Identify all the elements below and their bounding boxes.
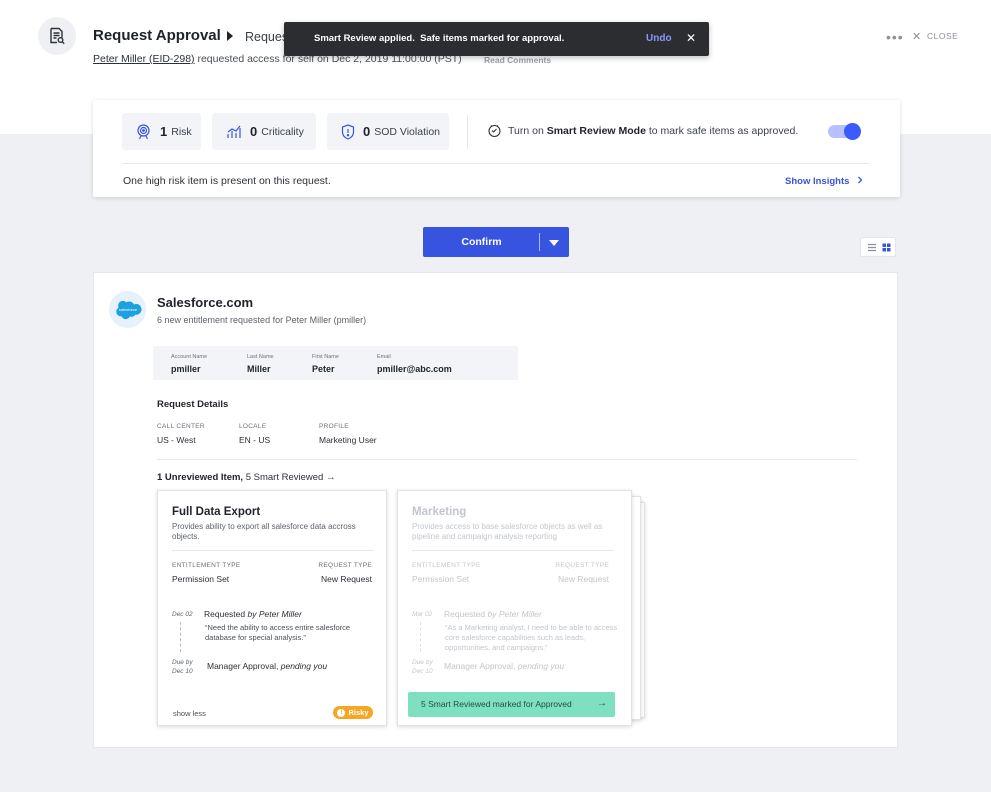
event-manager-approval: Manager Approval, pending you <box>207 661 328 671</box>
close-button[interactable]: CLOSE <box>927 31 958 41</box>
panel-separator <box>157 459 857 460</box>
request-type-label: REQUEST TYPE <box>318 562 372 569</box>
request-justification: “As a Marketing analyst, I need to be ab… <box>445 623 618 652</box>
entitlement-card-full-data-export[interactable]: Full Data Export Provides ability to exp… <box>157 490 387 726</box>
card-description: Provides ability to export all salesforc… <box>172 522 356 542</box>
summary-divider <box>467 115 468 149</box>
due-date: Due by Dec 10 <box>172 659 193 675</box>
salesforce-logo-text: salesforce <box>118 307 137 312</box>
arrow-right-icon: → <box>597 698 607 709</box>
toast-close-icon[interactable]: ✕ <box>686 31 696 45</box>
entitlement-type-label: ENTITLEMENT TYPE <box>412 562 481 569</box>
card-divider <box>412 550 614 551</box>
card-title: Marketing <box>412 506 467 518</box>
request-type-value: New Request <box>320 574 372 584</box>
criticality-count: 0 <box>250 124 258 139</box>
request-detail: PROFILE Marketing User <box>319 423 377 445</box>
risk-message: One high risk item is present on this re… <box>123 175 331 187</box>
smart-review-mode-label: Smart Review Mode <box>546 125 646 137</box>
sod-icon <box>341 123 355 140</box>
document-search-icon <box>38 17 76 55</box>
event-manager-approval: Manager Approval, pending you <box>444 661 565 671</box>
risky-badge: ! Risky <box>333 706 373 719</box>
request-justification: “Need the ability to access entire sales… <box>205 623 351 642</box>
request-details-title: Request Details <box>157 399 229 410</box>
request-type-label: REQUEST TYPE <box>555 562 609 569</box>
account-field: Last Name Miller <box>247 354 274 374</box>
toast-message: Smart Review applied. Safe items marked … <box>314 33 565 44</box>
due-date: Due by Dec 10 <box>412 659 433 675</box>
card-description: Provides access to base salesforce objec… <box>412 522 603 542</box>
list-view-icon[interactable] <box>865 241 878 254</box>
more-options-icon[interactable]: ••• <box>886 29 904 45</box>
salesforce-logo: salesforce <box>109 291 146 328</box>
timeline-connector <box>180 622 181 652</box>
account-field: First Name Peter <box>312 354 339 374</box>
smart-review-toast: Smart Review applied. Safe items marked … <box>284 22 709 56</box>
request-detail: LOCALE EN - US <box>239 423 271 445</box>
risk-label: Risk <box>171 125 192 138</box>
risk-summary-card: 1 Risk 0 Criticality 0 SOD Violation Tur… <box>93 100 900 197</box>
entitlement-card-marketing[interactable]: Marketing Provides access to base salesf… <box>397 490 632 726</box>
smart-review-toggle[interactable] <box>828 123 861 140</box>
read-comments-link[interactable]: Read Comments <box>484 55 551 65</box>
confirm-divider <box>539 233 540 251</box>
chevron-right-icon <box>857 176 863 187</box>
smart-review-icon <box>487 123 502 138</box>
confirm-split-button: Confirm <box>423 227 569 257</box>
entitlement-type-label: ENTITLEMENT TYPE <box>172 562 241 569</box>
summary-separator <box>123 163 870 164</box>
application-panel: salesforce Salesforce.com 6 new entitlem… <box>93 272 898 748</box>
breadcrumb-caret-icon <box>227 31 233 41</box>
event-date: Dec 02 <box>172 611 193 618</box>
risk-stat[interactable]: 1 Risk <box>122 113 201 150</box>
criticality-stat[interactable]: 0 Criticality <box>212 113 316 150</box>
account-info-box: Account Name pmiller Last Name Miller Fi… <box>153 346 518 380</box>
event-requested: Requested by Peter Miller <box>204 609 302 619</box>
criticality-label: Criticality <box>261 125 304 138</box>
view-toggle <box>860 237 896 257</box>
toggle-knob <box>844 123 861 140</box>
requester-link[interactable]: Peter Miller (EID-298) <box>93 53 195 65</box>
app-subtitle: 6 new entitlement requested for Peter Mi… <box>157 315 367 325</box>
card-title: Full Data Export <box>172 506 261 518</box>
close-icon[interactable]: ✕ <box>912 30 921 43</box>
entitlement-type-value: Permission Set <box>172 574 230 584</box>
sod-stat[interactable]: 0 SOD Violation <box>327 113 449 150</box>
timeline-connector <box>420 622 421 652</box>
app-name: Salesforce.com <box>157 295 254 310</box>
sod-count: 0 <box>363 124 371 139</box>
risk-count: 1 <box>160 124 168 139</box>
account-field: Account Name pmiller <box>171 354 208 374</box>
card-divider <box>172 550 374 551</box>
show-insights-link[interactable]: Show Insights <box>785 176 863 187</box>
chevron-down-icon[interactable] <box>549 240 559 246</box>
request-detail: CALL CENTER US - West <box>157 423 205 445</box>
smart-review-description: Turn on Smart Review Mode to mark safe i… <box>508 125 799 137</box>
confirm-button[interactable]: Confirm <box>423 236 540 248</box>
entitlement-type-value: Permission Set <box>412 574 470 584</box>
criticality-icon <box>226 125 242 139</box>
page-title: Request Approval <box>93 27 221 44</box>
show-less-link[interactable]: show less <box>173 709 206 718</box>
grid-view-icon[interactable] <box>880 241 893 254</box>
review-status-line[interactable]: 1 Unreviewed Item, 5 Smart Reviewed → <box>157 472 335 483</box>
smart-reviewed-approved-button[interactable]: 5 Smart Reviewed marked for Approved → <box>408 692 615 717</box>
account-field: Email pmiller@abc.com <box>377 354 452 374</box>
undo-button[interactable]: Undo <box>646 33 672 44</box>
request-type-value: New Request <box>557 574 609 584</box>
warning-icon: ! <box>337 708 346 717</box>
event-date: Mar 02 <box>412 611 433 618</box>
event-requested: Requested by Peter Miller <box>444 609 542 619</box>
sod-label: SOD Violation <box>374 125 440 138</box>
risk-icon <box>135 123 152 140</box>
